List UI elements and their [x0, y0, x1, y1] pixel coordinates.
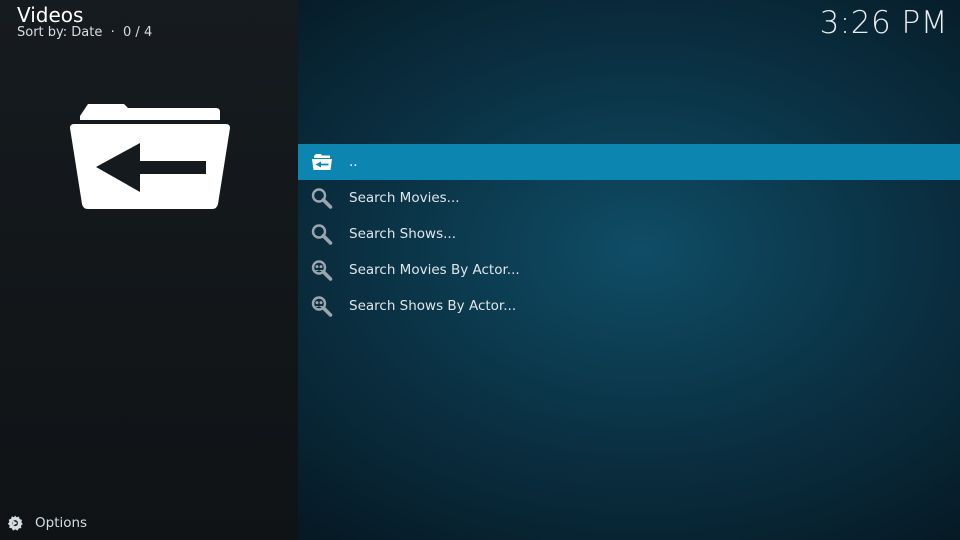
list-item-label: Search Movies By Actor...	[349, 262, 520, 278]
search-actor-icon	[311, 260, 333, 281]
kodi-videos-screen: Videos Sort by: Date · 0 / 4 Options 3:2…	[0, 0, 960, 540]
list-item-label: Search Movies...	[349, 190, 460, 206]
search-actor-icon	[311, 296, 333, 317]
sort-info[interactable]: Sort by: Date · 0 / 4	[17, 25, 152, 41]
list-item-label: Search Shows...	[349, 226, 457, 242]
list-item-search-movies-by-actor[interactable]: Search Movies By Actor...	[298, 252, 960, 288]
list-item-parent-folder[interactable]: ..	[298, 144, 960, 180]
list-item-search-movies[interactable]: Search Movies...	[298, 180, 960, 216]
list-item-label: Search Shows By Actor...	[349, 298, 517, 314]
options-button[interactable]: Options	[6, 513, 87, 533]
left-info-panel: Videos Sort by: Date · 0 / 4 Options	[0, 0, 298, 540]
search-icon	[311, 224, 333, 245]
list-item-label: ..	[349, 154, 358, 170]
list-item-search-shows[interactable]: Search Shows...	[298, 216, 960, 252]
list-item-search-shows-by-actor[interactable]: Search Shows By Actor...	[298, 288, 960, 324]
clock: 3:26 PM	[819, 5, 948, 41]
options-gear-icon	[7, 515, 23, 531]
folder-back-icon	[70, 104, 230, 209]
page-title: Videos	[17, 3, 84, 27]
options-label: Options	[35, 515, 88, 531]
file-list: .. Search Movies... Search Shows... Sear…	[298, 144, 960, 324]
folder-back-icon	[312, 154, 332, 170]
search-icon	[311, 188, 333, 209]
